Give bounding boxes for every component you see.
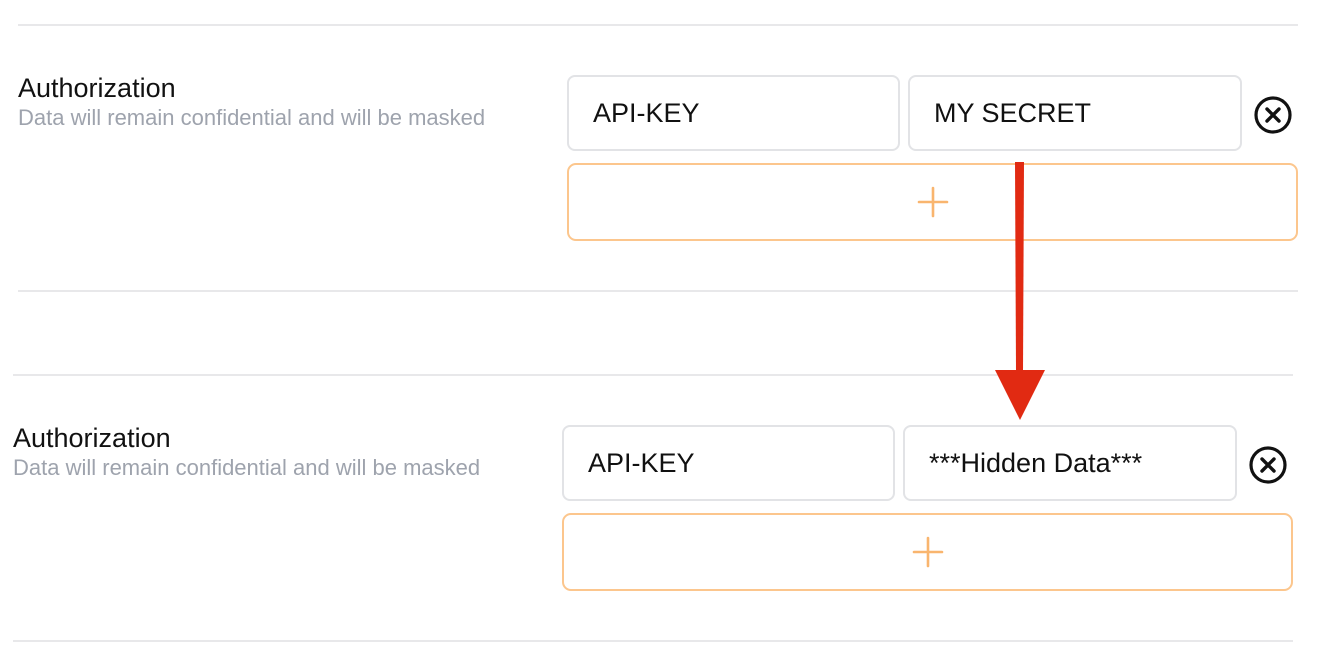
header-key-input[interactable]: API-KEY: [562, 425, 895, 501]
plus-icon: [917, 186, 948, 218]
remove-header-button[interactable]: [1247, 444, 1289, 486]
section-description: Data will remain confidential and will b…: [18, 105, 486, 130]
x-circle-icon: [1254, 96, 1292, 134]
authorization-section-before: Authorization Data will remain confident…: [18, 73, 1308, 245]
add-header-button[interactable]: [567, 163, 1298, 241]
divider-mid-b: [13, 374, 1293, 376]
divider-bottom: [13, 640, 1293, 642]
plus-icon: [912, 536, 943, 568]
divider-top: [18, 24, 1298, 26]
section-title: Authorization: [18, 73, 176, 103]
x-circle-icon: [1249, 446, 1287, 484]
remove-header-button[interactable]: [1252, 94, 1294, 136]
authorization-section-after: Authorization Data will remain confident…: [13, 423, 1303, 595]
section-description: Data will remain confidential and will b…: [13, 455, 481, 480]
add-header-button[interactable]: [562, 513, 1293, 591]
arrow-down-icon: [995, 162, 1045, 420]
divider-mid-a: [18, 290, 1298, 292]
section-title: Authorization: [13, 423, 171, 453]
header-key-input[interactable]: API-KEY: [567, 75, 900, 151]
header-value-input[interactable]: MY SECRET: [908, 75, 1242, 151]
header-value-input-masked[interactable]: ***Hidden Data***: [903, 425, 1237, 501]
